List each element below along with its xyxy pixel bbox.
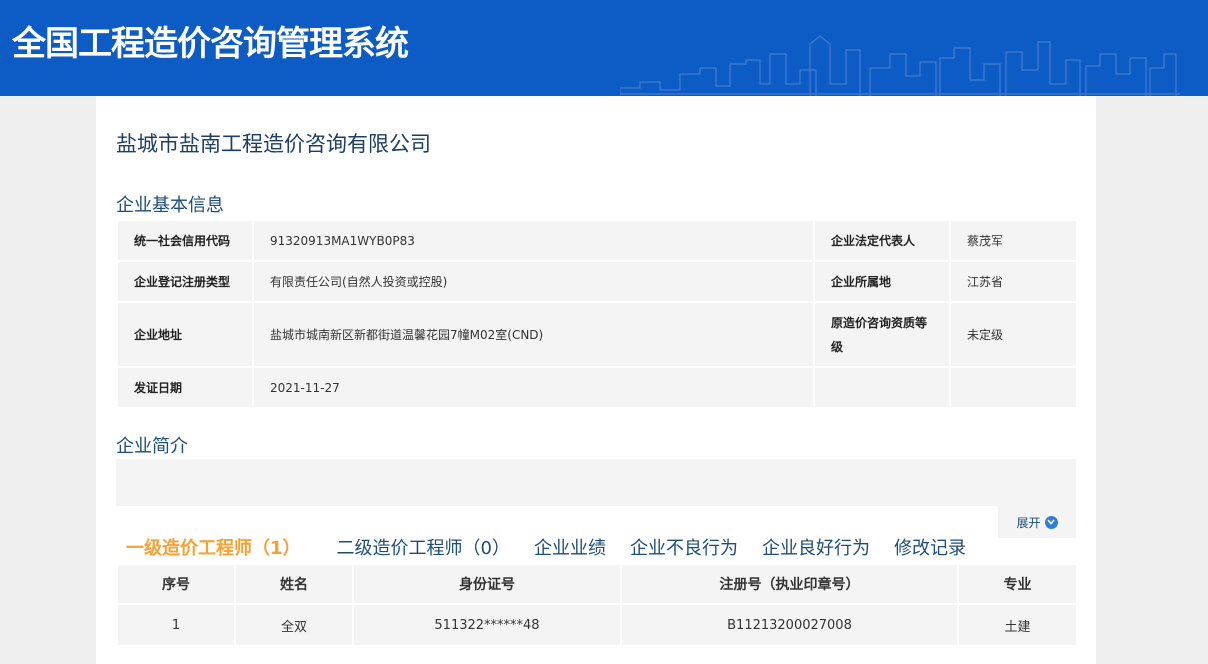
expand-button[interactable]: 展开 bbox=[998, 506, 1076, 538]
info-label: 原造价咨询资质等级 bbox=[813, 301, 951, 368]
column-header: 注册号（执业印章号） bbox=[620, 563, 959, 605]
column-header: 序号 bbox=[116, 563, 236, 605]
info-value: 2021-11-27 bbox=[252, 366, 815, 409]
table-cell: 土建 bbox=[957, 603, 1078, 647]
info-row: 企业地址 盐城市城南新区新都街道温馨花园7幢M02室(CND) 原造价咨询资质等… bbox=[116, 301, 1078, 368]
intro-title: 企业简介 bbox=[116, 436, 188, 457]
table-cell: 全双 bbox=[234, 603, 354, 647]
info-value: 91320913MA1WYB0P83 bbox=[252, 219, 815, 262]
tab-bad-behavior[interactable]: 企业不良行为 bbox=[630, 534, 738, 562]
intro-content-box bbox=[116, 459, 1076, 506]
table-cell: B11213200027008 bbox=[620, 603, 959, 647]
info-row: 企业登记注册类型 有限责任公司(自然人投资或控股) 企业所属地 江苏省 bbox=[116, 260, 1078, 303]
tab-bar: 一级造价工程师（1） 二级造价工程师（0） 企业业绩 企业不良行为 企业良好行为… bbox=[126, 534, 990, 562]
table-cell: 511322******48 bbox=[352, 603, 622, 647]
tab-level1-engineers[interactable]: 一级造价工程师（1） bbox=[126, 534, 301, 562]
info-value: 江苏省 bbox=[949, 260, 1078, 303]
chevron-down-icon bbox=[1044, 515, 1058, 529]
info-label: 企业法定代表人 bbox=[813, 219, 951, 262]
basic-info-table: 统一社会信用代码 91320913MA1WYB0P83 企业法定代表人 蔡茂军 … bbox=[116, 219, 1078, 409]
info-label: 统一社会信用代码 bbox=[116, 219, 254, 262]
table-cell: 1 bbox=[116, 603, 236, 647]
table-header-row: 序号 姓名 身份证号 注册号（执业印章号） 专业 bbox=[116, 563, 1078, 605]
info-label: 企业地址 bbox=[116, 301, 254, 368]
info-label: 企业所属地 bbox=[813, 260, 951, 303]
info-label bbox=[813, 366, 951, 409]
company-detail-card: 盐城市盐南工程造价咨询有限公司 企业基本信息 统一社会信用代码 91320913… bbox=[96, 96, 1096, 664]
tab-change-log[interactable]: 修改记录 bbox=[894, 534, 966, 562]
info-value bbox=[949, 366, 1078, 409]
info-row: 统一社会信用代码 91320913MA1WYB0P83 企业法定代表人 蔡茂军 bbox=[116, 219, 1078, 262]
info-row: 发证日期 2021-11-27 bbox=[116, 366, 1078, 409]
info-label: 发证日期 bbox=[116, 366, 254, 409]
system-title: 全国工程造价咨询管理系统 bbox=[12, 24, 409, 64]
expand-label: 展开 bbox=[1016, 515, 1041, 530]
engineer-table: 序号 姓名 身份证号 注册号（执业印章号） 专业 1 全双 511322****… bbox=[116, 563, 1078, 647]
company-name: 盐城市盐南工程造价咨询有限公司 bbox=[116, 132, 431, 156]
info-value: 盐城市城南新区新都街道温馨花园7幢M02室(CND) bbox=[252, 301, 815, 368]
header-banner: 全国工程造价咨询管理系统 bbox=[0, 0, 1208, 96]
tab-performance[interactable]: 企业业绩 bbox=[534, 534, 606, 562]
column-header: 身份证号 bbox=[352, 563, 622, 605]
tab-level2-engineers[interactable]: 二级造价工程师（0） bbox=[337, 534, 510, 562]
basic-info-title: 企业基本信息 bbox=[116, 195, 224, 216]
tab-good-behavior[interactable]: 企业良好行为 bbox=[762, 534, 870, 562]
info-value: 未定级 bbox=[949, 301, 1078, 368]
table-row[interactable]: 1 全双 511322******48 B11213200027008 土建 bbox=[116, 603, 1078, 647]
info-value: 有限责任公司(自然人投资或控股) bbox=[252, 260, 815, 303]
info-label: 企业登记注册类型 bbox=[116, 260, 254, 303]
info-value: 蔡茂军 bbox=[949, 219, 1078, 262]
city-skyline-decoration bbox=[620, 35, 1180, 96]
column-header: 专业 bbox=[957, 563, 1078, 605]
column-header: 姓名 bbox=[234, 563, 354, 605]
